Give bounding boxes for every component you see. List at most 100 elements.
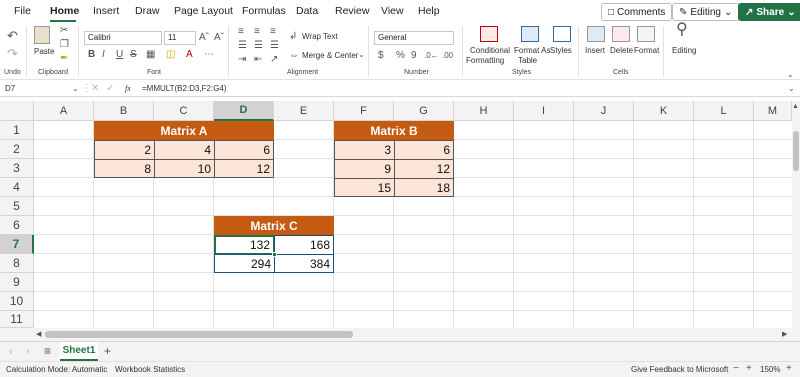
fill-color-icon[interactable]: ◫	[166, 49, 175, 61]
currency-icon[interactable]: $	[378, 50, 384, 62]
delete-cells-icon[interactable]	[612, 26, 630, 42]
font-size-select[interactable]: 11	[164, 31, 196, 45]
scroll-up-icon[interactable]: ▲	[792, 101, 799, 113]
row-header-5[interactable]: 5	[0, 197, 34, 216]
increase-font-icon[interactable]: Aˆ	[199, 32, 209, 44]
comments-button[interactable]: □ Comments	[601, 3, 673, 21]
vertical-scrollbar[interactable]: ▲	[792, 101, 800, 341]
tab-review[interactable]: Review	[335, 5, 369, 17]
column-header-e[interactable]: E	[274, 101, 334, 121]
editing-button[interactable]: Editing	[672, 46, 696, 55]
comma-icon[interactable]: 9	[411, 50, 417, 62]
calculation-mode[interactable]: Calculation Mode: Automatic	[6, 365, 107, 374]
matrix-c-title[interactable]: Matrix C	[214, 216, 334, 235]
percent-icon[interactable]: %	[396, 50, 405, 62]
collapse-ribbon-icon[interactable]: ⌄	[787, 69, 794, 81]
tab-draw[interactable]: Draw	[135, 5, 160, 17]
tab-home[interactable]: Home	[50, 5, 79, 17]
column-header-i[interactable]: I	[514, 101, 574, 121]
row-header-4[interactable]: 4	[0, 178, 34, 197]
column-header-g[interactable]: G	[394, 101, 454, 121]
underline-icon[interactable]: U	[116, 49, 123, 61]
tab-page-layout[interactable]: Page Layout	[174, 5, 233, 17]
align-center-icon[interactable]: ☰	[254, 40, 263, 52]
row-header-8[interactable]: 8	[0, 254, 34, 273]
column-header-h[interactable]: H	[454, 101, 514, 121]
matrix-b-title[interactable]: Matrix B	[334, 121, 454, 140]
row-header-6[interactable]: 6	[0, 216, 34, 235]
paste-button[interactable]: Paste	[34, 47, 54, 56]
sheet-tab-sheet1[interactable]: Sheet1	[60, 342, 98, 361]
column-header-f[interactable]: F	[334, 101, 394, 121]
cell-styles-button[interactable]: Styles	[550, 46, 572, 55]
align-top-icon[interactable]: ≡	[238, 26, 244, 38]
wrap-text-button[interactable]: Wrap Text	[302, 32, 338, 41]
cell-c3[interactable]: 10	[154, 159, 215, 178]
cell-f2[interactable]: 3	[334, 140, 395, 160]
row-header-3[interactable]: 3	[0, 159, 34, 178]
number-format-select[interactable]: General	[374, 31, 454, 45]
column-header-a[interactable]: A	[34, 101, 94, 121]
align-right-icon[interactable]: ☰	[270, 40, 279, 52]
borders-icon[interactable]: ▦	[146, 49, 155, 61]
format-cells-icon[interactable]	[637, 26, 655, 42]
format-painter-icon[interactable]: ✒	[60, 53, 68, 65]
insert-cells-icon[interactable]	[587, 26, 605, 42]
conditional-formatting-button[interactable]: Conditional	[470, 46, 510, 55]
zoom-level[interactable]: 150%	[760, 365, 780, 374]
all-sheets-icon[interactable]: ≡	[44, 345, 51, 357]
paste-icon[interactable]	[34, 26, 50, 44]
row-header-1[interactable]: 1	[0, 121, 34, 140]
insert-cells-button[interactable]: Insert	[585, 46, 605, 55]
column-header-d[interactable]: D	[214, 101, 274, 121]
tab-insert[interactable]: Insert	[93, 5, 119, 17]
decrease-font-icon[interactable]: Aˇ	[214, 32, 224, 44]
formula-input[interactable]: =MMULT(B2:D3,F2:G4)	[142, 84, 227, 93]
conditional-formatting-icon[interactable]	[480, 26, 498, 42]
chevron-down-icon[interactable]: ⌄	[72, 83, 79, 95]
fill-handle[interactable]	[272, 252, 277, 257]
font-name-select[interactable]: Calibri	[84, 31, 162, 45]
tab-data[interactable]: Data	[296, 5, 318, 17]
increase-decimal-icon[interactable]: .0←	[424, 50, 439, 62]
vertical-scroll-thumb[interactable]	[793, 131, 799, 171]
bold-icon[interactable]: B	[88, 49, 95, 61]
expand-formula-bar-icon[interactable]: ⌄	[788, 83, 795, 95]
copy-icon[interactable]: ❐	[60, 39, 69, 51]
cell-e7[interactable]: 168	[274, 235, 334, 255]
align-middle-icon[interactable]: ≡	[254, 26, 260, 38]
cell-e8[interactable]: 384	[274, 254, 334, 273]
cell-b2[interactable]: 2	[94, 140, 155, 160]
scroll-right-icon[interactable]: ▶	[782, 329, 787, 341]
outdent-icon[interactable]: ⇤	[254, 54, 262, 66]
tab-file[interactable]: File	[14, 5, 31, 17]
row-header-9[interactable]: 9	[0, 273, 34, 292]
delete-cells-button[interactable]: Delete	[610, 46, 633, 55]
enter-icon[interactable]: ✓	[106, 83, 114, 95]
cancel-icon[interactable]: ✕	[91, 83, 99, 95]
select-all-corner[interactable]	[0, 101, 34, 121]
row-header-10[interactable]: 10	[0, 292, 34, 311]
align-bottom-icon[interactable]: ≡	[270, 26, 276, 38]
zoom-in-icon[interactable]: +	[786, 363, 792, 375]
strikethrough-icon[interactable]: S	[130, 49, 137, 61]
format-as-table-button[interactable]: Format As	[514, 46, 550, 55]
orientation-icon[interactable]: ↗	[270, 54, 278, 66]
name-box[interactable]: D7	[5, 84, 15, 93]
cell-f3[interactable]: 9	[334, 159, 395, 179]
column-header-m[interactable]: M	[754, 101, 792, 121]
editing-mode-button[interactable]: ✎ Editing ⌄	[672, 3, 740, 21]
chevron-down-icon[interactable]: ⌄	[358, 49, 365, 61]
cell-g3[interactable]: 12	[394, 159, 454, 179]
format-cells-button[interactable]: Format	[634, 46, 659, 55]
merge-center-button[interactable]: Merge & Center	[302, 51, 358, 60]
insert-function-button[interactable]: fx	[125, 84, 131, 93]
worksheet-grid[interactable]: A B C D E F G H I J K L M 1 2 3 4 5 6 7 …	[0, 101, 792, 328]
share-button[interactable]: ↗ Share ⌄	[738, 3, 800, 21]
previous-sheet-icon[interactable]: ‹	[9, 346, 12, 358]
row-header-11[interactable]: 11	[0, 311, 34, 328]
cell-d8[interactable]: 294	[214, 254, 275, 273]
align-left-icon[interactable]: ☰	[238, 40, 247, 52]
cell-d2[interactable]: 6	[214, 140, 274, 160]
cell-d7-selected[interactable]: 132	[214, 235, 275, 255]
